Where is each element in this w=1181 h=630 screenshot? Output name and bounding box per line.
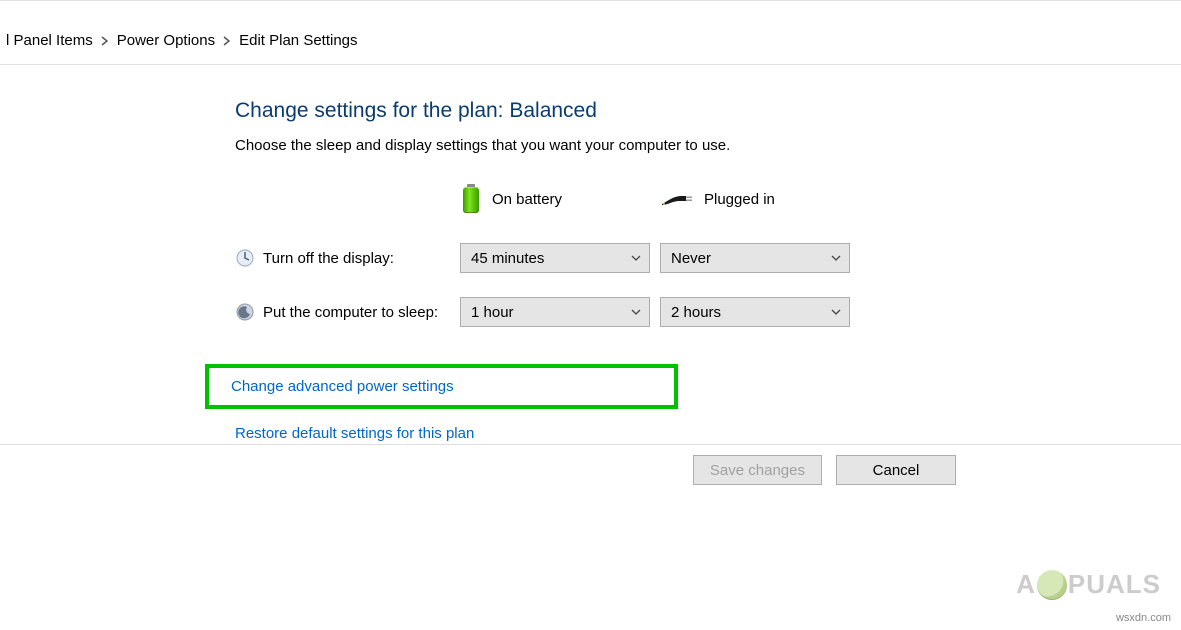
plug-icon <box>660 191 694 207</box>
watermark-site: wsxdn.com <box>1116 612 1171 624</box>
turn-off-display-label: Turn off the display: <box>263 250 394 267</box>
sleep-label: Put the computer to sleep: <box>263 304 438 321</box>
highlight-box: Change advanced power settings <box>205 364 678 409</box>
breadcrumb-item-power-options[interactable]: Power Options <box>117 32 215 49</box>
brand-text-pre: A <box>1016 569 1036 600</box>
select-value: Never <box>671 250 711 267</box>
brand-text-post: PUALS <box>1068 569 1161 600</box>
watermark-logo: A PUALS <box>1016 569 1161 600</box>
select-value: 45 minutes <box>471 250 544 267</box>
turn-off-display-battery-select[interactable]: 45 minutes <box>460 243 650 273</box>
chevron-right-icon[interactable] <box>221 36 233 46</box>
display-icon <box>235 248 255 268</box>
select-value: 2 hours <box>671 304 721 321</box>
breadcrumb: l Panel Items Power Options Edit Plan Se… <box>0 17 1181 65</box>
restore-default-settings-link[interactable]: Restore default settings for this plan <box>235 425 474 442</box>
chevron-down-icon <box>631 253 641 264</box>
battery-icon <box>460 184 482 214</box>
button-label: Save changes <box>710 462 805 479</box>
turn-off-display-plugged-select[interactable]: Never <box>660 243 850 273</box>
sleep-battery-select[interactable]: 1 hour <box>460 297 650 327</box>
chevron-down-icon <box>831 307 841 318</box>
breadcrumb-item-panel-items[interactable]: l Panel Items <box>6 32 93 49</box>
page-title: Change settings for the plan: Balanced <box>235 99 1100 123</box>
sleep-icon <box>235 302 255 322</box>
button-label: Cancel <box>873 462 920 479</box>
on-battery-header: On battery <box>492 191 562 208</box>
chevron-down-icon <box>631 307 641 318</box>
brand-face-icon <box>1037 570 1067 600</box>
chevron-down-icon <box>831 253 841 264</box>
sleep-plugged-select[interactable]: 2 hours <box>660 297 850 327</box>
plugged-in-header: Plugged in <box>704 191 775 208</box>
chevron-right-icon[interactable] <box>99 36 111 46</box>
select-value: 1 hour <box>471 304 514 321</box>
cancel-button[interactable]: Cancel <box>836 455 956 485</box>
breadcrumb-item-edit-plan-settings[interactable]: Edit Plan Settings <box>239 32 357 49</box>
change-advanced-power-settings-link[interactable]: Change advanced power settings <box>231 378 454 395</box>
save-changes-button: Save changes <box>693 455 822 485</box>
page-subtitle: Choose the sleep and display settings th… <box>235 137 1100 154</box>
